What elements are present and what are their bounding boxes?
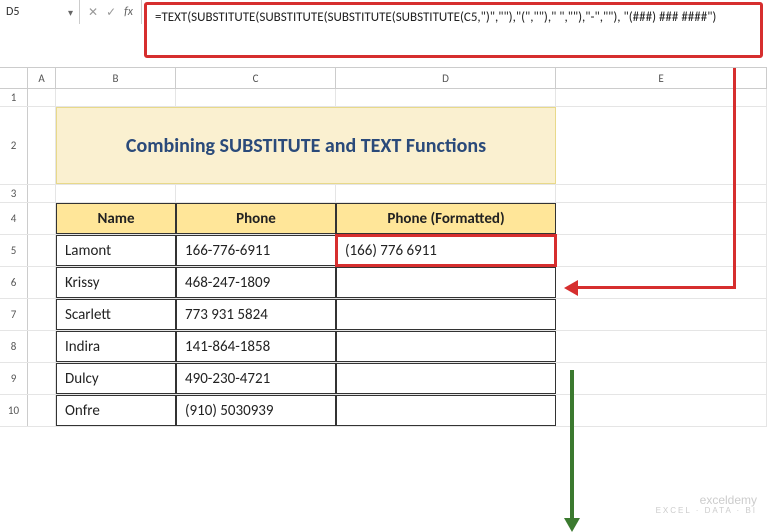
- callout-line-horizontal: [576, 286, 736, 289]
- cell-B7[interactable]: Scarlett: [56, 299, 176, 330]
- row-header-7[interactable]: 7: [0, 299, 28, 330]
- cell-A1[interactable]: [28, 89, 56, 106]
- cell-D7[interactable]: [336, 299, 556, 330]
- cell-A9[interactable]: [28, 363, 56, 394]
- row-7: 7 Scarlett 773 931 5824: [0, 299, 767, 331]
- row-header-10[interactable]: 10: [0, 395, 28, 426]
- col-header-D[interactable]: D: [336, 68, 556, 88]
- cell-D6[interactable]: [336, 267, 556, 298]
- row-8: 8 Indira 141-864-1858: [0, 331, 767, 363]
- callout-arrow-icon: [564, 280, 578, 296]
- cell-C3[interactable]: [176, 185, 336, 202]
- row-header-9[interactable]: 9: [0, 363, 28, 394]
- cell-A4[interactable]: [28, 203, 56, 234]
- watermark-sub: EXCEL · DATA · BI: [656, 507, 757, 516]
- cell-A8[interactable]: [28, 331, 56, 362]
- spreadsheet: A B C D E 1 2 Combining SUBSTITUTE and T…: [0, 68, 767, 427]
- row-header-8[interactable]: 8: [0, 331, 28, 362]
- cell-C8[interactable]: 141-864-1858: [176, 331, 336, 362]
- cell-A3[interactable]: [28, 185, 56, 202]
- cell-D9[interactable]: [336, 363, 556, 394]
- callout-line-vertical: [733, 68, 736, 288]
- cell-C6[interactable]: 468-247-1809: [176, 267, 336, 298]
- name-box[interactable]: D5 ▾: [0, 0, 80, 24]
- row-header-3[interactable]: 3: [0, 185, 28, 202]
- row-header-4[interactable]: 4: [0, 203, 28, 234]
- cell-C9[interactable]: 490-230-4721: [176, 363, 336, 394]
- row-header-5[interactable]: 5: [0, 235, 28, 266]
- row-5: 5 Lamont 166-776-6911 (166) 776 6911: [0, 235, 767, 267]
- cell-D3[interactable]: [336, 185, 556, 202]
- row-header-1[interactable]: 1: [0, 89, 28, 106]
- cell-E8[interactable]: [556, 331, 767, 362]
- cell-C10[interactable]: (910) 5030939: [176, 395, 336, 426]
- cell-A7[interactable]: [28, 299, 56, 330]
- col-header-A[interactable]: A: [28, 68, 56, 88]
- cell-E7[interactable]: [556, 299, 767, 330]
- name-box-value: D5: [6, 5, 19, 19]
- fill-down-arrow-icon: [570, 370, 574, 520]
- fx-icon[interactable]: fx: [124, 5, 133, 19]
- cell-D5[interactable]: (166) 776 6911: [336, 235, 556, 266]
- cell-B6[interactable]: Krissy: [56, 267, 176, 298]
- row-10: 10 Onfre (910) 5030939: [0, 395, 767, 427]
- cell-B3[interactable]: [56, 185, 176, 202]
- formula-bar-icons: ✕ ✓ fx: [80, 0, 142, 24]
- cell-B10[interactable]: Onfre: [56, 395, 176, 426]
- formula-input[interactable]: =TEXT(SUBSTITUTE(SUBSTITUTE(SUBSTITUTE(S…: [144, 2, 763, 58]
- cell-D8[interactable]: [336, 331, 556, 362]
- column-headers: A B C D E: [0, 68, 767, 89]
- col-header-B[interactable]: B: [56, 68, 176, 88]
- cell-D1[interactable]: [336, 89, 556, 106]
- header-formatted[interactable]: Phone (Formatted): [336, 203, 556, 234]
- formula-bar: D5 ▾ ✕ ✓ fx =TEXT(SUBSTITUTE(SUBSTITUTE(…: [0, 0, 767, 68]
- cell-C5[interactable]: 166-776-6911: [176, 235, 336, 266]
- grid-rows: 1 2 Combining SUBSTITUTE and TEXT Functi…: [0, 89, 767, 427]
- cell-B9[interactable]: Dulcy: [56, 363, 176, 394]
- confirm-icon[interactable]: ✓: [106, 5, 116, 20]
- cell-E9[interactable]: [556, 363, 767, 394]
- cell-D10[interactable]: [336, 395, 556, 426]
- cell-C1[interactable]: [176, 89, 336, 106]
- row-6: 6 Krissy 468-247-1809: [0, 267, 767, 299]
- cell-A10[interactable]: [28, 395, 56, 426]
- cell-A6[interactable]: [28, 267, 56, 298]
- row-header-2[interactable]: 2: [0, 107, 28, 184]
- cell-A5[interactable]: [28, 235, 56, 266]
- col-header-C[interactable]: C: [176, 68, 336, 88]
- cell-B5[interactable]: Lamont: [56, 235, 176, 266]
- cell-A2[interactable]: [28, 107, 56, 184]
- header-phone[interactable]: Phone: [176, 203, 336, 234]
- title-cell[interactable]: Combining SUBSTITUTE and TEXT Functions: [56, 107, 556, 184]
- cell-B8[interactable]: Indira: [56, 331, 176, 362]
- row-9: 9 Dulcy 490-230-4721: [0, 363, 767, 395]
- select-all-corner[interactable]: [0, 68, 28, 88]
- row-2: 2 Combining SUBSTITUTE and TEXT Function…: [0, 107, 767, 185]
- row-4: 4 Name Phone Phone (Formatted): [0, 203, 767, 235]
- watermark: exceldemy EXCEL · DATA · BI: [656, 494, 757, 516]
- cell-C7[interactable]: 773 931 5824: [176, 299, 336, 330]
- header-name[interactable]: Name: [56, 203, 176, 234]
- chevron-down-icon[interactable]: ▾: [68, 6, 73, 19]
- cell-B1[interactable]: [56, 89, 176, 106]
- row-1: 1: [0, 89, 767, 107]
- row-header-6[interactable]: 6: [0, 267, 28, 298]
- cell-E10[interactable]: [556, 395, 767, 426]
- cancel-icon[interactable]: ✕: [88, 5, 98, 20]
- row-3: 3: [0, 185, 767, 203]
